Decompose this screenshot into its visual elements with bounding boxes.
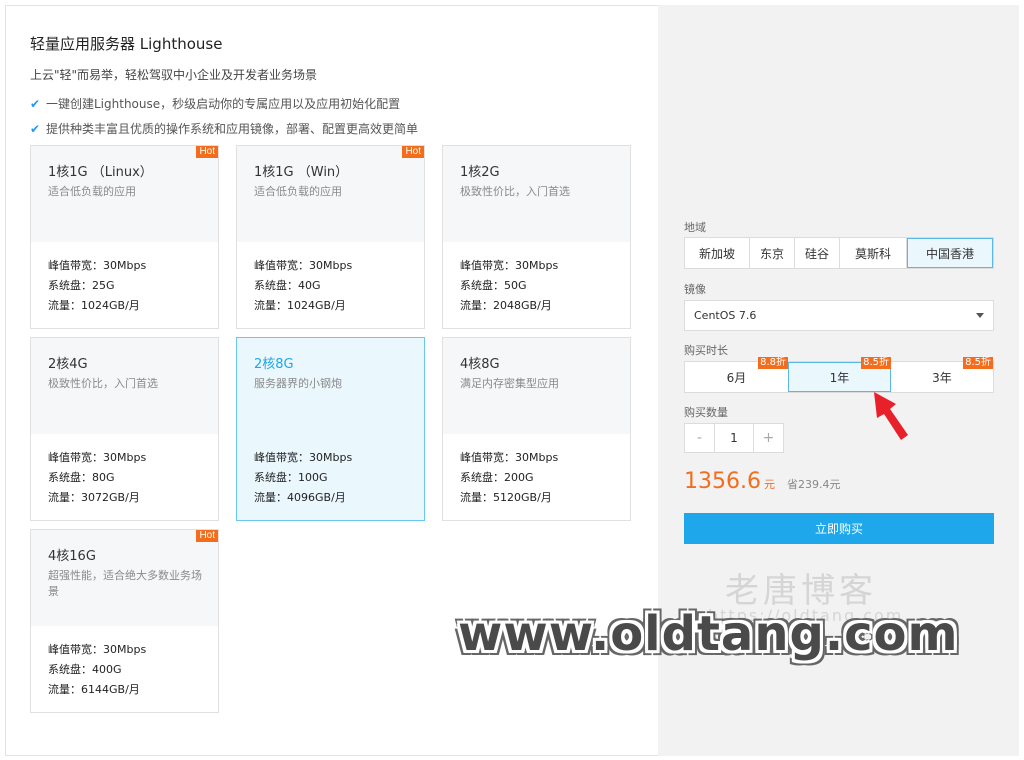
discount-badge: 8.5折 (861, 357, 891, 369)
feature-text: 一键创建Lighthouse，秒级启动你的专属应用以及应用初始化配置 (46, 97, 401, 111)
plan-traffic: 流量：6144GB/月 (48, 683, 140, 696)
plan-disk: 系统盘：40G (254, 279, 321, 292)
page-title: 轻量应用服务器 Lighthouse (30, 35, 223, 53)
plan-traffic: 流量：4096GB/月 (254, 491, 346, 504)
discount-badge: 8.8折 (758, 357, 788, 369)
plan-traffic: 流量：3072GB/月 (48, 491, 140, 504)
plan-bandwidth: 峰值带宽：30Mbps (254, 259, 353, 272)
watermark-domain: www.oldtang.com (458, 606, 959, 662)
plan-specs: 峰值带宽：30Mbps 系统盘：40G 流量：1024GB/月 (254, 256, 352, 316)
plan-specs: 峰值带宽：30Mbps 系统盘：25G 流量：1024GB/月 (48, 256, 146, 316)
plan-disk: 系统盘：100G (254, 471, 328, 484)
plan-name: 1核2G (460, 165, 500, 180)
plan-bandwidth: 峰值带宽：30Mbps (460, 259, 559, 272)
quantity-minus-button[interactable]: - (685, 424, 714, 452)
plan-specs: 峰值带宽：30Mbps 系统盘：400G 流量：6144GB/月 (48, 640, 146, 700)
region-option-hongkong[interactable]: 中国香港 (907, 238, 993, 268)
region-selector: 新加坡 东京 硅谷 莫斯科 中国香港 (684, 237, 994, 269)
plan-desc: 极致性价比，入门首选 (48, 377, 158, 390)
quantity-stepper: - 1 + (684, 423, 784, 453)
duration-text: 3年 (932, 370, 952, 385)
plan-bandwidth: 峰值带宽：30Mbps (48, 259, 147, 272)
plan-bandwidth: 峰值带宽：30Mbps (48, 451, 147, 464)
plan-specs: 峰值带宽：30Mbps 系统盘：100G 流量：4096GB/月 (254, 448, 352, 508)
plan-name: 4核8G (460, 357, 500, 372)
plan-specs: 峰值带宽：30Mbps 系统盘：200G 流量：5120GB/月 (460, 448, 558, 508)
duration-text: 1年 (829, 370, 850, 385)
plan-disk: 系统盘：200G (460, 471, 534, 484)
region-label: 地域 (684, 221, 706, 234)
plan-bandwidth: 峰值带宽：30Mbps (254, 451, 353, 464)
page-subtitle: 上云"轻"而易举，轻松驾驭中小企业及开发者业务场景 (30, 68, 318, 82)
hot-badge: Hot (196, 530, 218, 542)
region-option-tokyo[interactable]: 东京 (750, 238, 795, 268)
hot-badge: Hot (402, 146, 424, 158)
plan-name: 1核1G （Win） (254, 165, 349, 180)
price-savings: 省239.4元 (786, 478, 841, 491)
duration-selector: 6月 8.8折 1年 8.5折 3年 8.5折 (684, 357, 994, 393)
plan-desc: 适合低负载的应用 (254, 185, 342, 198)
plan-card-2c4g[interactable]: 2核4G 极致性价比，入门首选 峰值带宽：30Mbps 系统盘：80G 流量：3… (30, 337, 219, 521)
plan-desc: 适合低负载的应用 (48, 185, 136, 198)
plan-disk: 系统盘：50G (460, 279, 527, 292)
plan-desc: 服务器界的小钢炮 (254, 377, 342, 390)
watermark-cn: 老唐博客 (725, 571, 877, 611)
red-arrow-icon (874, 392, 908, 440)
quantity-input[interactable]: 1 (714, 424, 754, 452)
plan-traffic: 流量：1024GB/月 (254, 299, 346, 312)
plan-card-1c2g[interactable]: 1核2G 极致性价比，入门首选 峰值带宽：30Mbps 系统盘：50G 流量：2… (442, 145, 631, 329)
quantity-plus-button[interactable]: + (754, 424, 783, 452)
check-icon: ✔ (30, 96, 41, 111)
plan-traffic: 流量：5120GB/月 (460, 491, 552, 504)
buy-now-button[interactable]: 立即购买 (684, 513, 994, 544)
quantity-label: 购买数量 (684, 406, 728, 419)
price-unit: 元 (763, 478, 775, 491)
plan-desc: 超强性能，适合绝大多数业务场景 (48, 569, 202, 598)
plan-name: 2核8G (254, 357, 294, 372)
region-option-moscow[interactable]: 莫斯科 (840, 238, 907, 268)
plan-disk: 系统盘：400G (48, 663, 122, 676)
plan-name: 2核4G (48, 357, 88, 372)
duration-text: 6月 (726, 370, 747, 385)
plan-bandwidth: 峰值带宽：30Mbps (48, 643, 147, 656)
image-label: 镜像 (684, 283, 706, 296)
duration-option-6m[interactable]: 6月 8.8折 (685, 357, 788, 392)
plan-bandwidth: 峰值带宽：30Mbps (460, 451, 559, 464)
duration-option-1y[interactable]: 1年 8.5折 (788, 357, 891, 392)
plan-card-2c8g[interactable]: 2核8G 服务器界的小钢炮 峰值带宽：30Mbps 系统盘：100G 流量：40… (236, 337, 425, 521)
region-option-silicon-valley[interactable]: 硅谷 (795, 238, 840, 268)
plan-card-1c1g-win[interactable]: Hot 1核1G （Win） 适合低负载的应用 峰值带宽：30Mbps 系统盘：… (236, 145, 425, 329)
image-select-value: CentOS 7.6 (694, 309, 757, 322)
plan-name: 1核1G （Linux） (48, 165, 153, 180)
feature-item: ✔ 一键创建Lighthouse，秒级启动你的专属应用以及应用初始化配置 (30, 95, 400, 112)
plan-specs: 峰值带宽：30Mbps 系统盘：50G 流量：2048GB/月 (460, 256, 558, 316)
plan-name: 4核16G (48, 549, 96, 564)
plan-traffic: 流量：1024GB/月 (48, 299, 140, 312)
hot-badge: Hot (196, 146, 218, 158)
image-select[interactable]: CentOS 7.6 (684, 300, 994, 331)
plan-card-4c8g[interactable]: 4核8G 满足内存密集型应用 峰值带宽：30Mbps 系统盘：200G 流量：5… (442, 337, 631, 521)
plan-disk: 系统盘：25G (48, 279, 115, 292)
plan-card-1c1g-linux[interactable]: Hot 1核1G （Linux） 适合低负载的应用 峰值带宽：30Mbps 系统… (30, 145, 219, 329)
check-icon: ✔ (30, 121, 41, 136)
plan-traffic: 流量：2048GB/月 (460, 299, 552, 312)
plan-desc: 极致性价比，入门首选 (460, 185, 570, 198)
plan-specs: 峰值带宽：30Mbps 系统盘：80G 流量：3072GB/月 (48, 448, 146, 508)
discount-badge: 8.5折 (963, 357, 993, 369)
plan-disk: 系统盘：80G (48, 471, 115, 484)
chevron-down-icon (976, 313, 984, 318)
price-display: 1356.6 元 省239.4元 (684, 469, 840, 494)
price-amount: 1356.6 (684, 469, 761, 494)
feature-text: 提供种类丰富且优质的操作系统和应用镜像，部署、配置更高效更简单 (46, 122, 419, 136)
plan-card-4c16g[interactable]: Hot 4核16G 超强性能，适合绝大多数业务场景 峰值带宽：30Mbps 系统… (30, 529, 219, 713)
duration-option-3y[interactable]: 3年 8.5折 (891, 357, 993, 392)
feature-item: ✔ 提供种类丰富且优质的操作系统和应用镜像，部署、配置更高效更简单 (30, 120, 418, 137)
plan-desc: 满足内存密集型应用 (460, 377, 559, 390)
region-option-singapore[interactable]: 新加坡 (685, 238, 750, 268)
duration-label: 购买时长 (684, 344, 728, 357)
